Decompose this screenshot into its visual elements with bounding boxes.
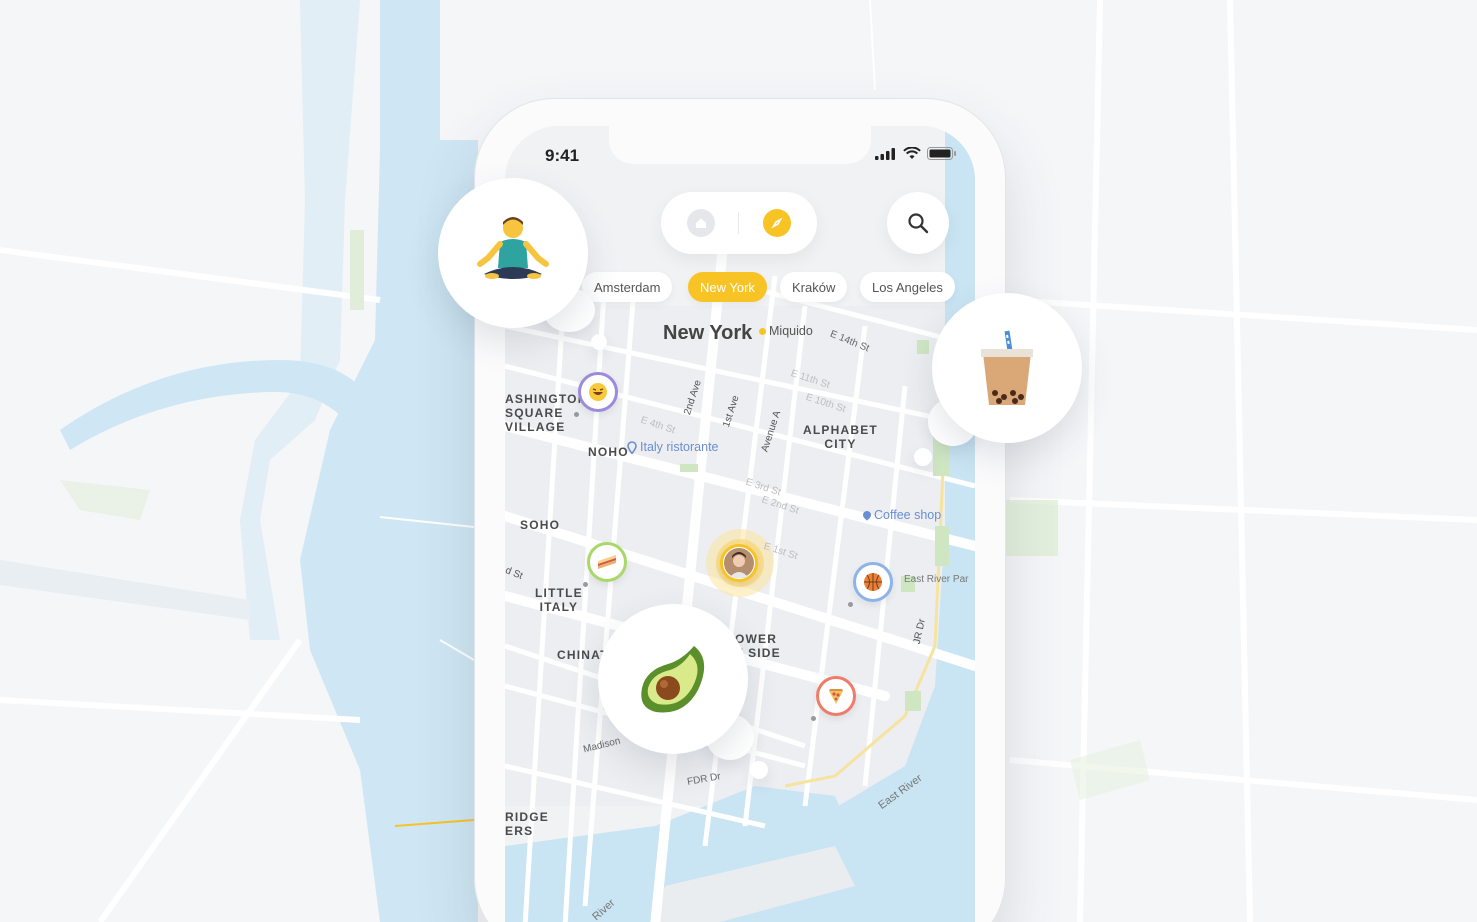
chip-amsterdam[interactable]: Amsterdam	[582, 272, 673, 302]
user-avatar[interactable]	[720, 544, 758, 582]
wifi-icon	[903, 147, 921, 159]
user-avatar-icon	[724, 548, 754, 578]
status-time: 9:41	[545, 146, 580, 165]
chip-los-angeles[interactable]: Los Angeles	[860, 272, 955, 302]
street-east-river-park: East River Par	[904, 574, 969, 585]
miquido-marker[interactable]: Miquido	[759, 324, 813, 338]
yoga-bubble-dot	[591, 334, 607, 350]
bubble-tea-icon	[981, 330, 1033, 405]
status-icons	[875, 147, 957, 160]
district-noho: NOHO	[588, 445, 629, 459]
poi-italy-ristorante[interactable]: Italy ristorante	[627, 440, 719, 454]
miquido-label: Miquido	[769, 324, 813, 338]
search-button[interactable]	[887, 192, 949, 254]
notch	[609, 126, 871, 164]
district-soho: SOHO	[520, 518, 561, 532]
compass-icon	[771, 217, 783, 229]
sandwich-icon	[598, 555, 616, 569]
explore-tab-button[interactable]	[763, 209, 791, 237]
basketball-icon	[864, 573, 882, 591]
avocado-icon	[641, 646, 705, 713]
pin-sandwich[interactable]	[587, 542, 627, 582]
bubble-tea[interactable]	[932, 293, 1082, 443]
pin-laugh[interactable]	[578, 372, 618, 412]
chip-new-york[interactable]: New York	[688, 272, 767, 302]
mode-switch	[661, 192, 817, 254]
city-title: New York	[663, 322, 753, 344]
location-pin-icon	[627, 440, 637, 454]
district-alphabet-city: ALPHABET CITY	[803, 423, 878, 451]
battery-icon	[927, 147, 956, 160]
grinning-face-icon	[589, 383, 607, 401]
location-pin-icon	[861, 509, 873, 521]
marker-dot-icon	[759, 327, 766, 335]
signal-icon	[875, 147, 895, 160]
search-icon	[908, 213, 929, 234]
meditation-person-icon	[477, 217, 549, 279]
district-little-italy: LITTLE ITALY	[535, 586, 583, 614]
poi-coffee-shop[interactable]: Coffee shop	[861, 508, 942, 522]
tea-bubble-dot	[914, 448, 932, 466]
chip-krakow[interactable]: Kraków	[780, 272, 848, 302]
district-bridge: RIDGE ERS	[505, 810, 550, 838]
pin-pizza[interactable]	[816, 676, 856, 716]
avocado-bubble-dot	[750, 761, 768, 779]
pin-sandwich-anchor	[583, 582, 588, 587]
bubble-avocado[interactable]	[598, 604, 748, 754]
pin-pizza-anchor	[811, 716, 816, 721]
home-tab-button[interactable]	[687, 209, 715, 237]
pin-basketball-anchor	[848, 602, 853, 607]
pizza-icon	[829, 689, 843, 704]
bubble-yoga[interactable]	[438, 178, 588, 328]
poi-italy-label: Italy ristorante	[640, 440, 719, 454]
divider	[738, 212, 739, 234]
pin-basketball[interactable]	[853, 562, 893, 602]
pin-laugh-anchor	[574, 412, 579, 417]
home-icon	[696, 218, 706, 228]
poi-coffee-label: Coffee shop	[874, 508, 942, 522]
